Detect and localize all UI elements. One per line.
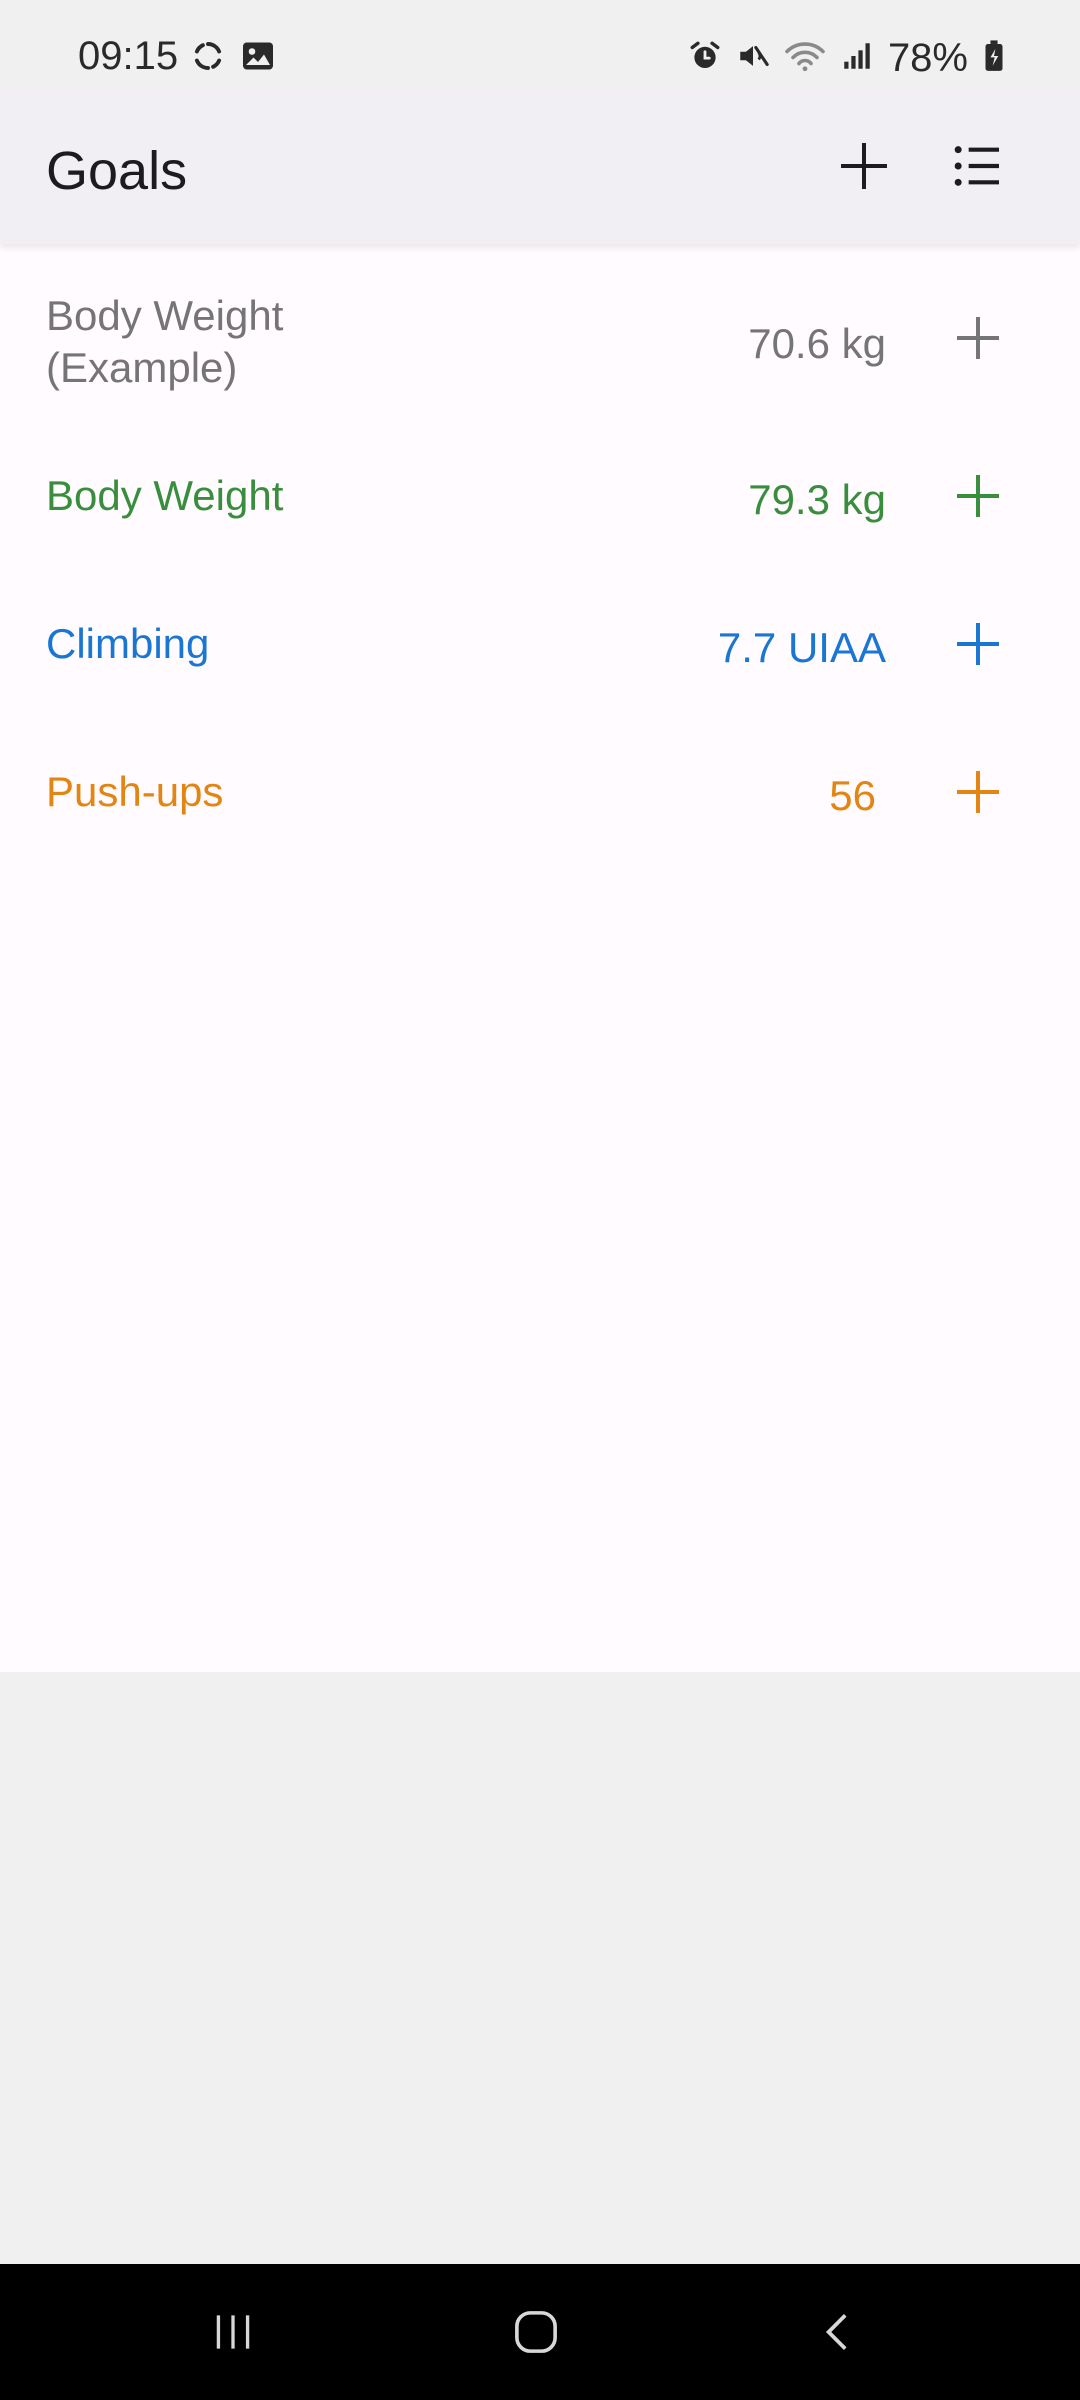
goal-value: 70.6 kg [748, 320, 886, 367]
navigation-bar [0, 2264, 1080, 2400]
signal-icon [840, 39, 874, 78]
goal-value: 56 [829, 772, 876, 819]
back-button[interactable] [789, 2292, 889, 2372]
status-time: 09:15 [78, 34, 179, 78]
page-title: Goals [46, 141, 188, 201]
alarm-icon [688, 39, 722, 78]
goal-row[interactable]: Body Weight 79.3 kg [0, 470, 1080, 618]
wifi-icon [784, 39, 826, 78]
add-entry-button[interactable] [938, 604, 1018, 684]
home-icon [515, 2311, 557, 2353]
add-entry-button[interactable] [938, 752, 1018, 832]
mute-icon [736, 39, 770, 78]
goal-name: Body Weight [46, 472, 284, 519]
home-button[interactable] [486, 2292, 586, 2372]
add-icon [957, 771, 999, 813]
add-icon [957, 317, 999, 359]
goal-row[interactable]: Climbing 7.7 UIAA [0, 618, 1080, 766]
goal-value: 79.3 kg [748, 476, 886, 523]
status-bar: 09:15 78% [0, 0, 1080, 88]
add-icon [957, 623, 999, 665]
battery-percentage: 78% [887, 36, 968, 80]
goal-row[interactable]: Body Weight (Example) 70.6 kg [0, 290, 1080, 438]
goal-row[interactable]: Push-ups 56 [0, 766, 1080, 914]
goal-name: Climbing [46, 620, 210, 667]
app-bar: Goals [0, 88, 1080, 244]
goal-value: 7.7 UIAA [717, 624, 886, 671]
goal-name: Push-ups [46, 768, 224, 815]
add-icon [841, 143, 887, 189]
add-goal-button[interactable] [824, 126, 904, 206]
list-button[interactable] [938, 126, 1018, 206]
sync-icon [190, 38, 226, 79]
list-icon [954, 146, 999, 186]
recent-apps-icon [216, 2315, 250, 2349]
back-icon [825, 2314, 847, 2350]
goal-name: Body Weight (Example) [46, 292, 284, 391]
add-entry-button[interactable] [938, 456, 1018, 536]
image-icon [240, 38, 276, 79]
goals-list: Body Weight (Example) 70.6 kg Body Weigh… [0, 244, 1080, 1672]
recent-apps-button[interactable] [183, 2292, 283, 2372]
add-entry-button[interactable] [938, 298, 1018, 378]
status-right-icons: 78% [688, 36, 1006, 81]
status-left-icons [190, 38, 276, 79]
add-icon [957, 475, 999, 517]
battery-icon [982, 39, 1006, 78]
